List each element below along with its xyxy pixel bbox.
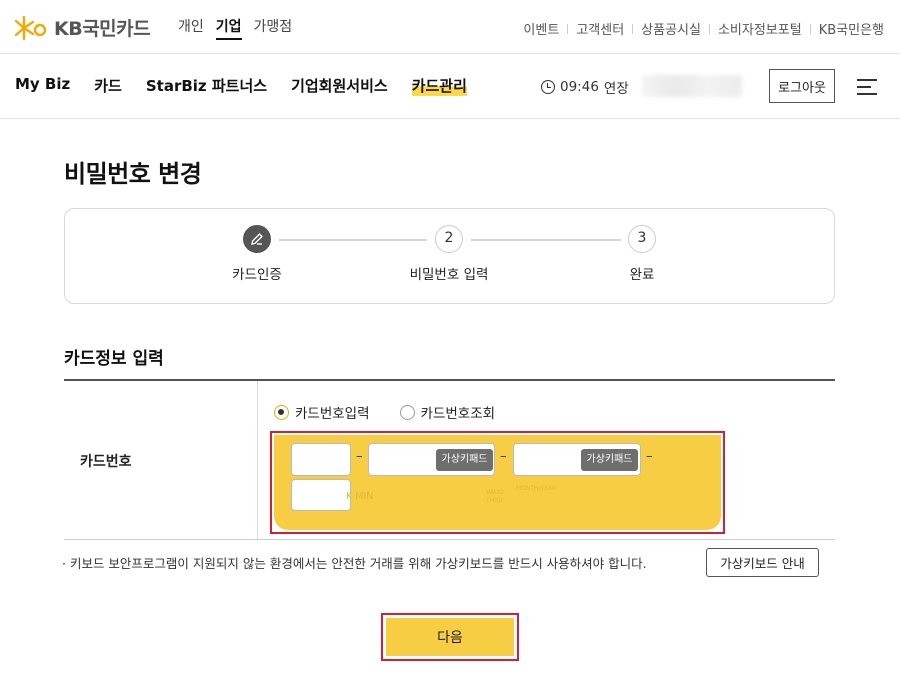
nav-item-card-management[interactable]: 카드관리 (411, 75, 467, 96)
step-connector (279, 239, 427, 241)
divider (708, 23, 710, 34)
radio-selected-icon[interactable] (274, 404, 289, 420)
step-3-circle: 3 (628, 225, 656, 253)
top-bar: KB국민카드 개인 기업 가맹점 이벤트 고객센터 상품공시실 소비자정보포털 … (0, 0, 900, 54)
nav-item-corporate-service[interactable]: 기업회원서비스 (291, 75, 388, 96)
top-tabs: 개인 기업 가맹점 (178, 16, 292, 40)
form-top-border (64, 379, 835, 381)
radio-unselected-icon[interactable] (399, 404, 415, 420)
radio-label: 카드번호조회 (420, 406, 496, 422)
section-title: 카드정보 입력 (64, 349, 164, 369)
nav-items: My Biz 카드 StarBiz 파트너스 기업회원서비스 카드관리 (15, 75, 467, 96)
next-button[interactable]: 다음 (386, 618, 514, 656)
session-time: 09:46 (560, 79, 599, 95)
form-column-divider (257, 381, 258, 539)
divider (567, 23, 569, 34)
separator-dash: – (356, 449, 363, 464)
util-link-kb-bank[interactable]: KB국민은행 (819, 19, 884, 38)
radio-label: 카드번호입력 (295, 406, 370, 422)
extend-session-link[interactable]: 연장 (604, 77, 629, 97)
virtual-keyboard-guide-button[interactable]: 가상키보드 안내 (706, 548, 819, 577)
step-1-label: 카드인증 (232, 267, 282, 283)
virtual-keypad-button-1[interactable]: 가상키패드 (436, 449, 493, 471)
divider (632, 23, 634, 34)
util-link-consumer-portal[interactable]: 소비자정보포털 (718, 19, 802, 38)
step-1-pencil-icon (243, 225, 271, 253)
nav-item-mybiz[interactable]: My Biz (15, 75, 70, 96)
main-nav: My Biz 카드 StarBiz 파트너스 기업회원서비스 카드관리 09:4… (0, 55, 900, 119)
page-title: 비밀번호 변경 (64, 160, 202, 188)
util-link-customer-center[interactable]: 고객센터 (576, 19, 624, 38)
card-number-label: 카드번호 (80, 454, 132, 470)
kb-logo[interactable]: KB국민카드 (14, 14, 151, 41)
util-link-product-disclosure[interactable]: 상품공시실 (641, 19, 701, 38)
top-tab-business[interactable]: 기업 (215, 16, 242, 40)
redacted-user-info (642, 75, 742, 97)
menu-icon[interactable] (857, 79, 877, 95)
utility-links: 이벤트 고객센터 상품공시실 소비자정보포털 KB국민은행 (523, 19, 884, 38)
progress-stepper: 2 3 카드인증 비밀번호 입력 완료 (64, 208, 835, 304)
step-connector (471, 239, 621, 241)
top-tab-merchant[interactable]: 가맹점 (254, 16, 293, 40)
nav-item-starbiz[interactable]: StarBiz 파트너스 (146, 75, 267, 96)
step-2-circle: 2 (435, 225, 463, 253)
faint-month-year-label: MONTH/YEAR (516, 485, 557, 492)
top-tab-personal[interactable]: 개인 (178, 16, 204, 40)
kb-star-icon (14, 15, 47, 40)
radio-card-number-lookup[interactable]: 카드번호조회 (399, 402, 496, 422)
card-input-method: 카드번호입력 카드번호조회 (274, 402, 495, 422)
divider (809, 23, 811, 34)
clock-icon (541, 80, 555, 94)
step-2-label: 비밀번호 입력 (409, 267, 489, 283)
separator-dash: – (500, 449, 507, 464)
step-3-label: 완료 (629, 267, 655, 283)
card-number-field-1[interactable] (291, 443, 351, 476)
radio-card-number-input[interactable]: 카드번호입력 (274, 402, 370, 422)
card-input-panel: – 가상키패드 – 가상키패드 – K MIN VALID THRU MONTH… (274, 435, 721, 530)
faint-valid-label: VALID THRU (486, 489, 504, 504)
session-timer: 09:46 연장 (541, 77, 629, 97)
security-notice: · 키보드 보안프로그램이 지원되지 않는 환경에서는 안전한 거래를 위해 가… (62, 556, 647, 571)
card-number-field-4[interactable] (291, 479, 351, 511)
form-bottom-border (64, 539, 835, 540)
util-link-event[interactable]: 이벤트 (523, 19, 559, 38)
separator-dash: – (646, 449, 653, 464)
logout-button[interactable]: 로그아웃 (769, 69, 835, 103)
logo-text: KB국민카드 (54, 18, 151, 40)
faint-min-label: K MIN (346, 491, 374, 502)
virtual-keypad-button-2[interactable]: 가상키패드 (581, 449, 638, 471)
nav-item-card[interactable]: 카드 (94, 75, 122, 96)
